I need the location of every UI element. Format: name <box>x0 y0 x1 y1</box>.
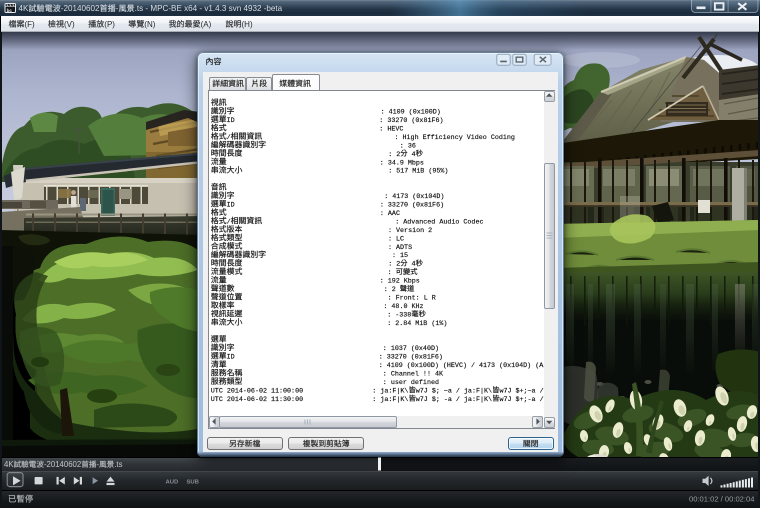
svg-text:w7J $+;~a /: w7J $+;~a / <box>499 387 543 395</box>
svg-text:: 4173 (0x104D): : 4173 (0x104D) <box>384 193 444 201</box>
svg-text:: 33270 (0x81F6): : 33270 (0x81F6) <box>379 354 443 362</box>
svg-text:(H): (H) <box>242 20 253 29</box>
svg-text:4K: 4K <box>4 460 14 469</box>
svg-text:: 2.84 MiB (1%): : 2.84 MiB (1%) <box>387 320 447 328</box>
svg-text:.ts: .ts <box>114 460 122 469</box>
svg-text:: Channel !! 4K: : Channel !! 4K <box>383 371 443 379</box>
svg-text:4K: 4K <box>19 4 30 13</box>
svg-text:/: / <box>227 218 231 226</box>
svg-text:4: 4 <box>408 261 416 269</box>
svg-text:: ADTS: : ADTS <box>388 244 412 252</box>
svg-text:: 15: : 15 <box>392 252 408 260</box>
svg-text:bc: bc <box>7 8 13 13</box>
svg-text:: 34.9 Mbps: : 34.9 Mbps <box>380 159 424 167</box>
svg-text:: user defined: : user defined <box>383 379 439 387</box>
svg-text:: ja:F|K\: : ja:F|K\ <box>372 396 408 404</box>
svg-text:-20140602: -20140602 <box>61 4 100 13</box>
svg-text:: 2: : 2 <box>384 286 400 294</box>
svg-text:: HEVC: : HEVC <box>379 125 403 133</box>
svg-text:UTC 2014-06-02 11:30:00: UTC 2014-06-02 11:30:00 <box>211 396 303 404</box>
svg-text:-: - <box>116 4 119 13</box>
svg-text:: 33270 (0x81F6): : 33270 (0x81F6) <box>379 117 443 125</box>
svg-text:: 517 MiB (95%): : 517 MiB (95%) <box>388 168 448 176</box>
svg-text:: -338: : -338 <box>387 311 411 319</box>
svg-text:/: / <box>227 134 231 142</box>
svg-text:: 2: : 2 <box>388 261 400 269</box>
svg-text:: 36: : 36 <box>400 142 416 150</box>
svg-text:ID: ID <box>227 202 235 210</box>
svg-text:: Advanced Audio Codec: : Advanced Audio Codec <box>395 218 483 226</box>
svg-text:w7J $; -a / ja:F|K\: w7J $; -a / ja:F|K\ <box>416 396 492 404</box>
svg-text:AUD: AUD <box>166 480 179 486</box>
svg-text:: Version 2: : Version 2 <box>388 227 432 235</box>
svg-text:4: 4 <box>408 151 416 159</box>
svg-text:: AAC: : AAC <box>380 210 400 218</box>
svg-text:-20140602: -20140602 <box>44 460 81 469</box>
svg-text:: 192 Kbps: : 192 Kbps <box>380 278 420 286</box>
svg-text::: : <box>388 269 396 277</box>
svg-text:(P): (P) <box>104 20 115 29</box>
svg-text:00:01:02 / 00:02:04: 00:01:02 / 00:02:04 <box>689 495 754 504</box>
svg-text:: Front: L R: : Front: L R <box>388 294 436 302</box>
svg-text:: 4109 (0x100D) (HEVC) / 4173: : 4109 (0x100D) (HEVC) / 4173 (0x104D) (… <box>379 362 549 370</box>
svg-text:: High Efficiency Video Coding: : High Efficiency Video Coding <box>395 134 515 142</box>
svg-text:(V): (V) <box>64 20 75 29</box>
svg-text:: 2: : 2 <box>388 151 400 159</box>
svg-text:: 1037 (0x40D): : 1037 (0x40D) <box>383 345 439 353</box>
svg-text:: LC: : LC <box>388 235 404 243</box>
svg-text:ID: ID <box>227 117 235 125</box>
svg-text:ID: ID <box>227 354 235 362</box>
svg-text:w7J $+;-a /: w7J $+;-a / <box>499 396 543 404</box>
svg-text:w7J $; ~a / ja:F|K\: w7J $; ~a / ja:F|K\ <box>416 387 492 395</box>
svg-text:SUB: SUB <box>187 480 199 486</box>
svg-text:.ts - MPC-BE x64 - v1.4.3 svn: .ts - MPC-BE x64 - v1.4.3 svn 4932 -beta <box>135 4 283 13</box>
svg-text:: 48.0 KHz: : 48.0 KHz <box>383 303 423 311</box>
svg-text:(N): (N) <box>144 20 155 29</box>
svg-text:: 33270 (0x81F6): : 33270 (0x81F6) <box>380 202 444 210</box>
svg-text:UTC 2014-06-02 11:00:00: UTC 2014-06-02 11:00:00 <box>211 387 303 395</box>
svg-text:: ja:F|K\: : ja:F|K\ <box>372 387 408 395</box>
svg-text:(F): (F) <box>25 20 36 29</box>
svg-text:(A): (A) <box>201 20 212 29</box>
svg-text:: 4109 (0x100D): : 4109 (0x100D) <box>381 109 441 117</box>
svg-text:-: - <box>96 460 99 469</box>
